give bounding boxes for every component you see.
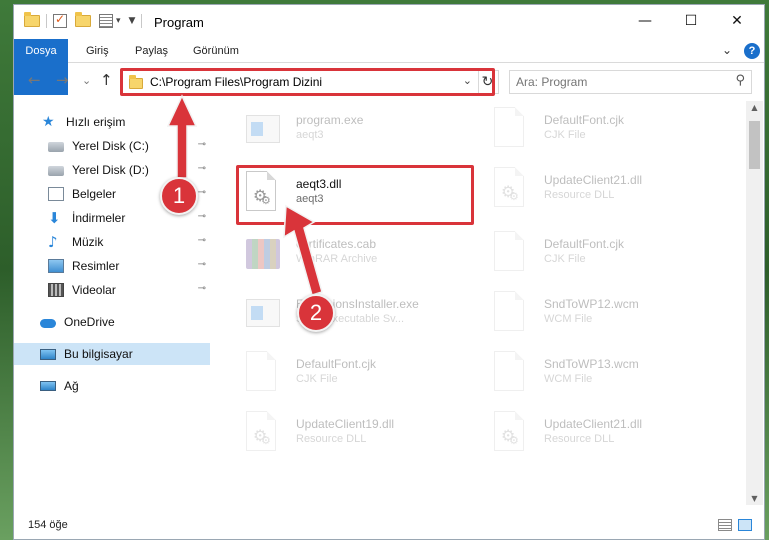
annotation-arrow-2 bbox=[283, 204, 323, 296]
annotation-badge-2: 2 bbox=[297, 294, 335, 332]
annotation-overlay bbox=[166, 94, 323, 296]
annotation-badge-1: 1 bbox=[160, 177, 198, 215]
annotation-arrow-1 bbox=[166, 94, 198, 179]
